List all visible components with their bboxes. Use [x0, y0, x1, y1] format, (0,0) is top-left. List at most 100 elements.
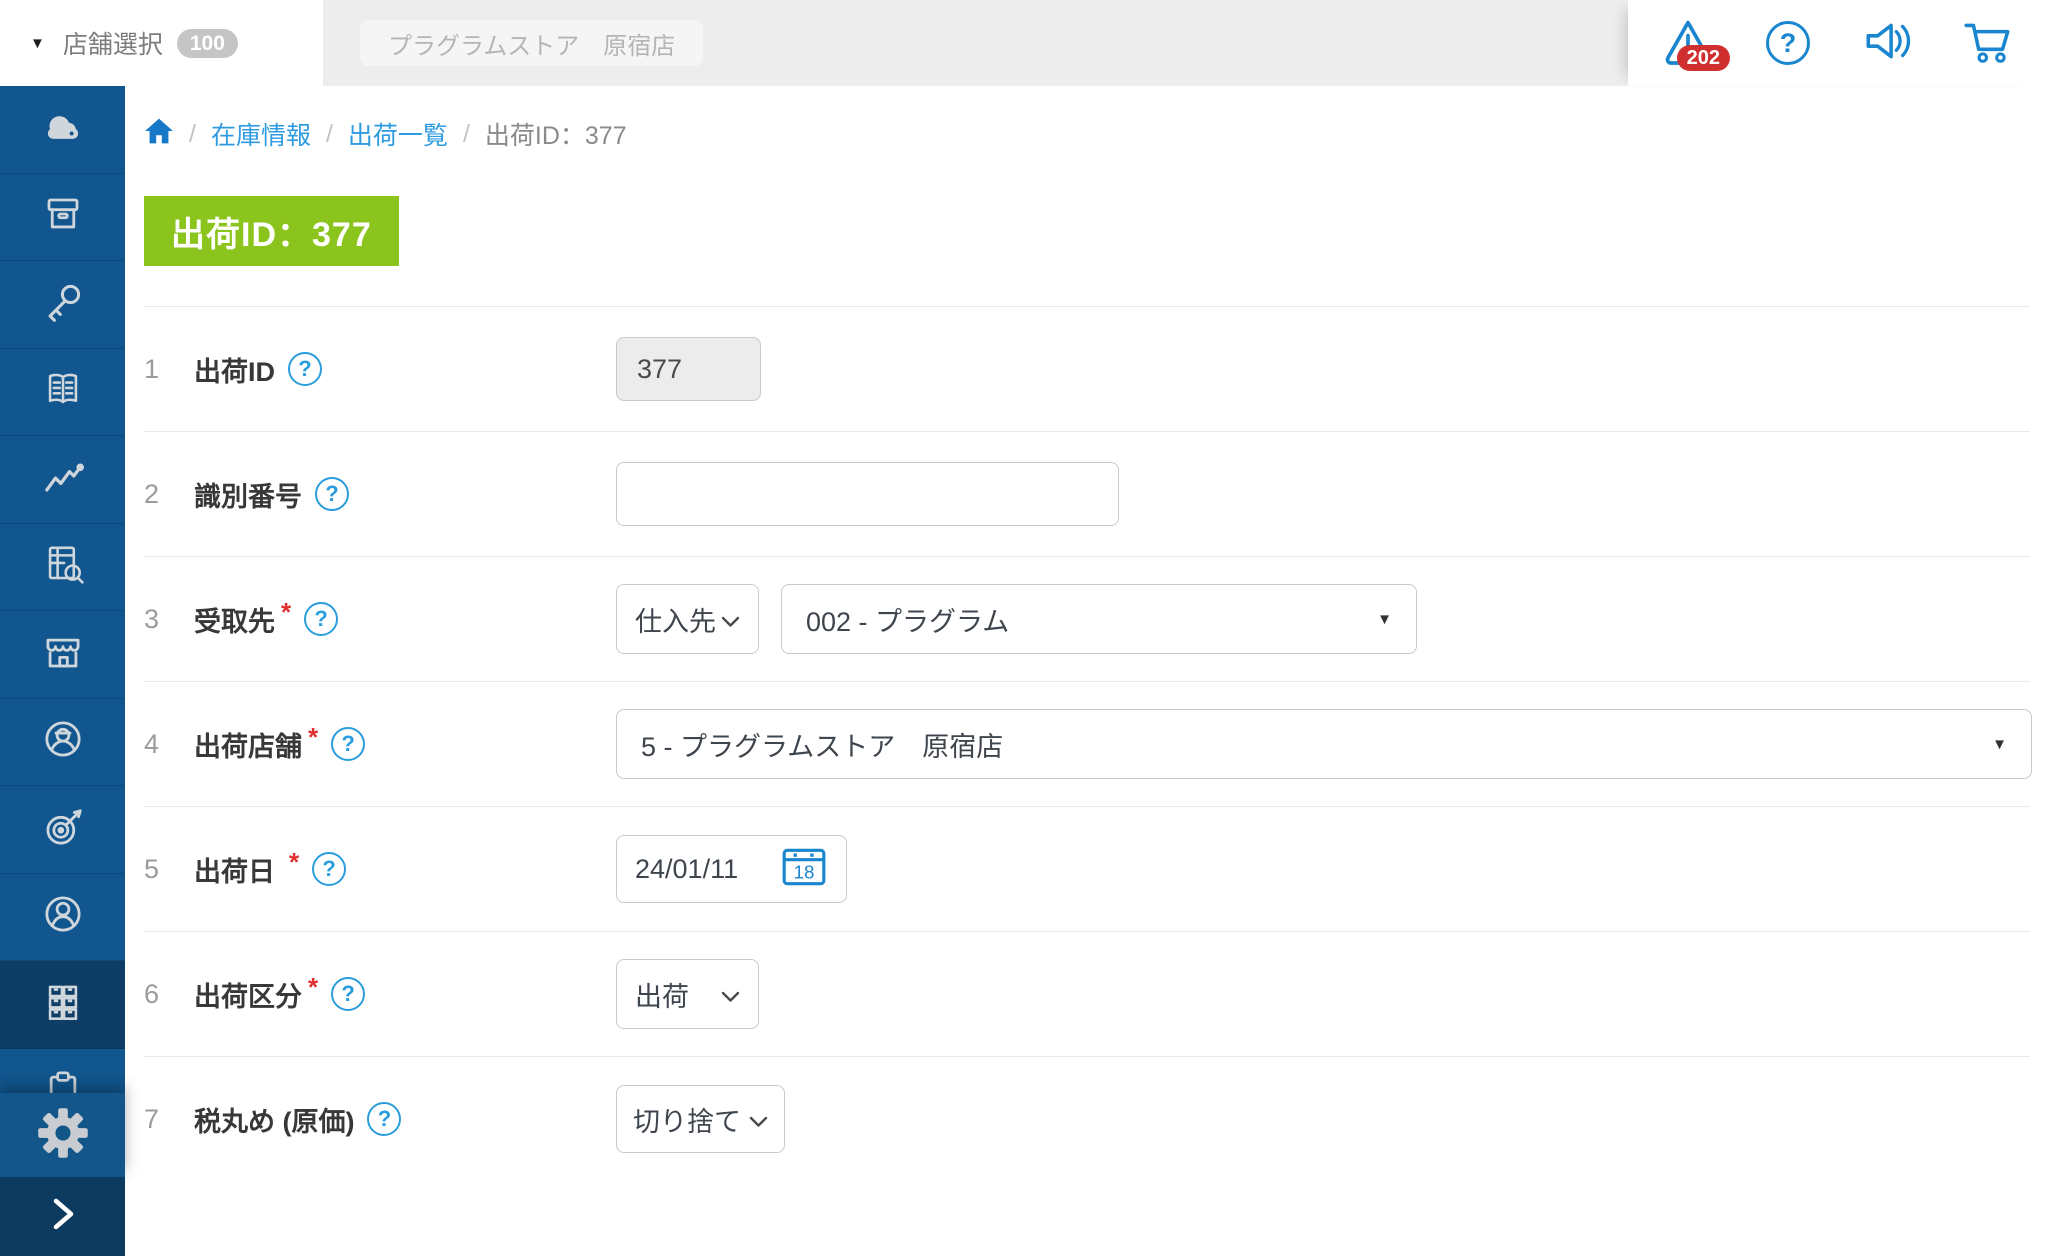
target-icon — [35, 799, 91, 860]
manual-book-icon — [35, 361, 91, 422]
help-icon[interactable]: ? — [304, 602, 339, 636]
ship-type-select[interactable]: 出荷 — [616, 959, 759, 1029]
help-icon[interactable]: ? — [288, 352, 322, 386]
caret-down-icon: ▼ — [1377, 610, 1392, 628]
app-window: ▼ 店舗選択 100 プラグラムストア 原宿店 202 ? / 在庫情報 / 出… — [0, 0, 2048, 1256]
required-asterisk: * — [308, 721, 319, 752]
form-row-tax-rounding: 7 税丸め (原価) ? 切り捨て — [144, 1057, 2030, 1181]
store-selector[interactable]: ▼ 店舗選択 100 — [0, 0, 323, 86]
store-count-badge: 100 — [176, 28, 238, 58]
sidebar-item-store[interactable] — [0, 611, 125, 699]
sidebar-item-trend[interactable] — [0, 436, 125, 524]
ship-type-value: 出荷 — [635, 981, 689, 1012]
store-icon — [35, 624, 91, 685]
form-row-ship-store: 4 出荷店舗 * ? 5 - プラグラムストア 原宿店 ▼ — [144, 682, 2032, 807]
sidebar-item-customer[interactable] — [0, 874, 125, 961]
page-title-badge: 出荷ID：377 — [144, 196, 399, 266]
row-number: 4 — [144, 728, 160, 759]
home-icon[interactable] — [144, 117, 174, 152]
row-number: 1 — [144, 353, 160, 384]
ship-store-value: 5 - プラグラムストア 原宿店 — [641, 731, 1004, 762]
key-icon — [35, 274, 91, 335]
sidebar-item-cloud[interactable] — [0, 86, 125, 174]
store-selector-caret-icon: ▼ — [30, 34, 45, 52]
sidebar-item-inventory-sheet[interactable] — [0, 524, 125, 611]
sales-trend-icon — [35, 449, 91, 510]
chevron-right-icon — [40, 1189, 86, 1244]
current-store-display: プラグラムストア 原宿店 — [360, 20, 704, 66]
row-number: 2 — [144, 478, 160, 509]
breadcrumb: / 在庫情報 / 出荷一覧 / 出荷ID：377 — [144, 116, 2030, 152]
tax-rounding-value: 切り捨て — [633, 1106, 741, 1137]
caret-down-icon: ▼ — [1992, 735, 2007, 753]
form-row-receiver: 3 受取先 * ? 仕入先 002 - プラグラム ▼ — [144, 557, 2030, 682]
help-icon[interactable]: ? — [312, 852, 347, 886]
field-label-identifier: 識別番号 — [194, 481, 302, 512]
calendar-icon[interactable]: 18 — [780, 842, 828, 897]
field-label-ship-date: 出荷日 — [194, 856, 275, 887]
receiver-select[interactable]: 002 - プラグラム ▼ — [781, 584, 1417, 654]
sidebar-item-target[interactable] — [0, 786, 125, 874]
sidebar-expand-button[interactable] — [0, 1177, 125, 1256]
receiver-type-select[interactable]: 仕入先 — [616, 584, 759, 654]
ship-date-value: 24/01/11 — [635, 853, 739, 884]
calendar-day-number: 18 — [794, 861, 815, 882]
field-label-ship-type: 出荷区分 — [194, 981, 302, 1012]
help-icon[interactable]: ? — [331, 977, 366, 1011]
row-number: 6 — [144, 978, 160, 1009]
row-number: 5 — [144, 853, 160, 884]
help-icon: ? — [1766, 21, 1810, 65]
required-asterisk: * — [308, 971, 319, 1002]
current-store-name: プラグラムストア 原宿店 — [388, 32, 676, 60]
receiver-value: 002 - プラグラム — [806, 606, 1010, 637]
sidebar-bottom-panel — [0, 1093, 125, 1256]
shipment-form: 1 出荷ID ? 2 識別番号 ? — [144, 306, 2032, 1181]
cloud-storage-icon — [35, 99, 91, 160]
gear-icon — [35, 1105, 91, 1166]
form-row-identifier: 2 識別番号 ? — [144, 432, 2030, 557]
breadcrumb-separator: / — [189, 119, 196, 148]
ship-store-select[interactable]: 5 - プラグラムストア 原宿店 ▼ — [616, 709, 2032, 779]
field-label-tax-rounding: 税丸め (原価) — [194, 1106, 355, 1137]
alert-count-badge: 202 — [1676, 45, 1730, 71]
inventory-sheet-icon — [35, 536, 91, 597]
sidebar-item-stock-drawers[interactable] — [0, 961, 125, 1049]
chevron-down-icon — [749, 1104, 768, 1135]
field-label-ship-id: 出荷ID — [194, 356, 275, 387]
identifier-input[interactable] — [616, 462, 1119, 526]
breadcrumb-link-inventory[interactable]: 在庫情報 — [211, 116, 311, 152]
sidebar-item-archive[interactable] — [0, 174, 125, 261]
cart-icon — [1961, 15, 2015, 72]
form-row-ship-id: 1 出荷ID ? — [144, 307, 2030, 432]
alerts-button[interactable]: 202 — [1662, 17, 1730, 71]
help-icon[interactable]: ? — [315, 477, 349, 511]
cart-button[interactable] — [1962, 17, 2014, 69]
sidebar-item-staff[interactable] — [0, 699, 125, 786]
field-label-ship-store: 出荷店舗 — [194, 731, 302, 762]
stock-drawers-icon — [35, 974, 91, 1035]
chevron-down-icon — [721, 979, 740, 1010]
sidebar-nav — [0, 86, 125, 1256]
ship-date-picker[interactable]: 24/01/11 18 — [616, 835, 847, 903]
breadcrumb-link-shipments[interactable]: 出荷一覧 — [348, 116, 448, 152]
store-selector-label: 店舗選択 — [62, 31, 163, 59]
sidebar-item-manual[interactable] — [0, 349, 125, 436]
top-bar: ▼ 店舗選択 100 プラグラムストア 原宿店 202 ? — [0, 0, 2048, 86]
staff-icon — [35, 711, 91, 772]
breadcrumb-current: 出荷ID：377 — [484, 122, 627, 150]
receiver-type-value: 仕入先 — [635, 606, 716, 637]
field-label-receiver: 受取先 — [194, 606, 275, 637]
required-asterisk: * — [281, 596, 292, 627]
sidebar-item-key[interactable] — [0, 261, 125, 349]
tax-rounding-select[interactable]: 切り捨て — [616, 1085, 785, 1153]
help-icon[interactable]: ? — [367, 1102, 402, 1136]
chevron-down-icon — [721, 604, 740, 635]
main-content: / 在庫情報 / 出荷一覧 / 出荷ID：377 出荷ID：377 1 出荷ID… — [125, 86, 2048, 1256]
form-row-ship-type: 6 出荷区分 * ? 出荷 — [144, 932, 2030, 1057]
announcements-button[interactable] — [1862, 17, 1914, 69]
breadcrumb-separator: / — [462, 119, 470, 148]
settings-button[interactable] — [0, 1093, 125, 1177]
help-button[interactable]: ? — [1762, 17, 1814, 69]
archive-box-icon — [35, 186, 91, 247]
help-icon[interactable]: ? — [331, 727, 366, 761]
